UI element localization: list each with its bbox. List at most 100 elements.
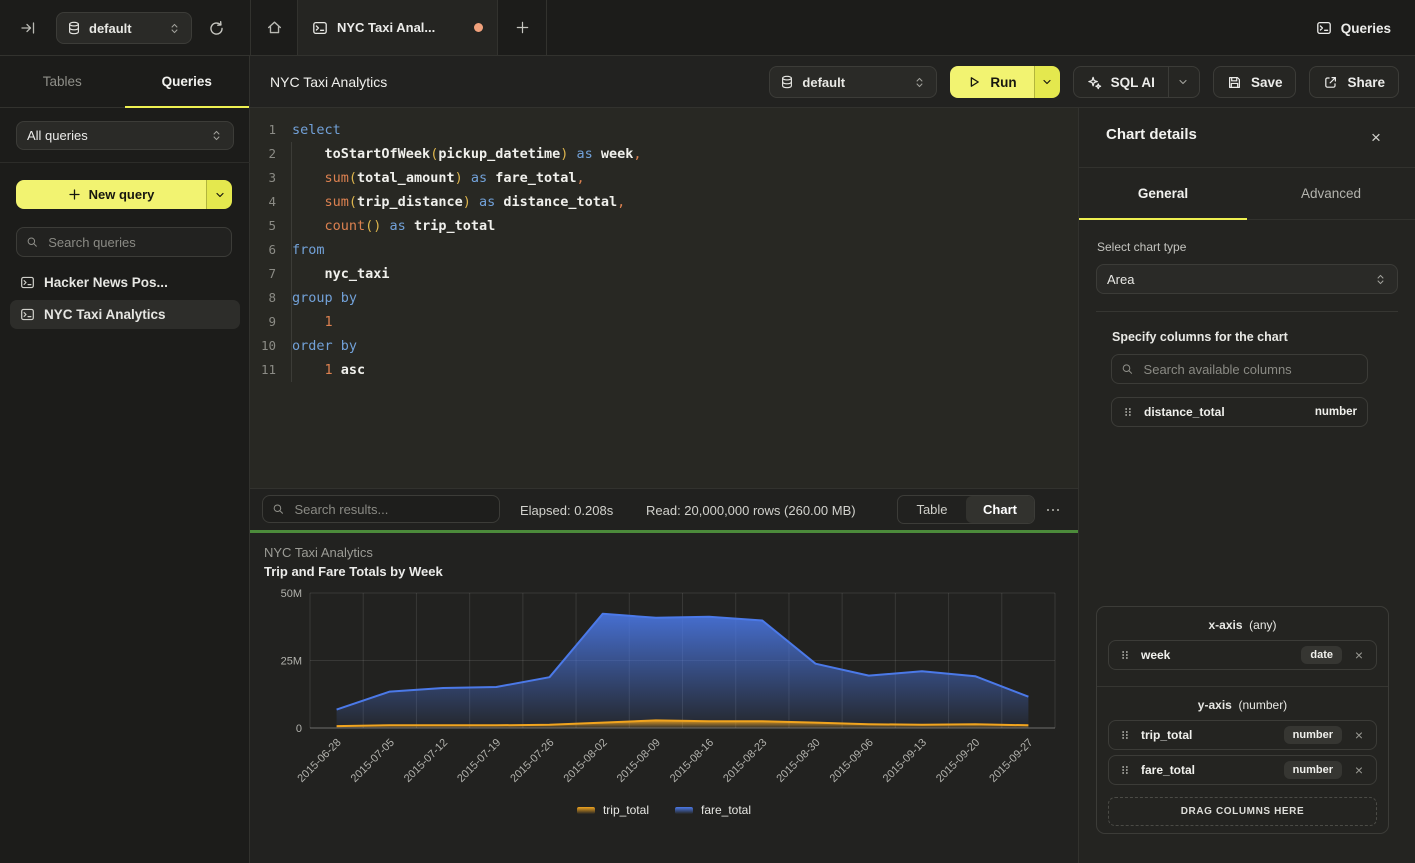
code-line[interactable]: 4 sum(trip_distance) as distance_total, (250, 190, 1078, 214)
code-line[interactable]: 3 sum(total_amount) as fare_total, (250, 166, 1078, 190)
code-text: toStartOfWeek(pickup_datetime) as week, (276, 142, 642, 166)
collapse-sidebar-icon (20, 20, 36, 36)
remove-column-icon[interactable]: × (1352, 762, 1366, 778)
home-tab-button[interactable] (251, 0, 297, 55)
axis-config-box: x-axis (any) weekdate× y-axis (number) t… (1096, 606, 1389, 834)
column-chip[interactable]: fare_totalnumber× (1108, 755, 1377, 785)
code-line[interactable]: 2 toStartOfWeek(pickup_datetime) as week… (250, 142, 1078, 166)
query-list-item[interactable]: Hacker News Pos... (10, 268, 240, 297)
legend-label: trip_total (603, 803, 649, 817)
svg-text:2015-07-05: 2015-07-05 (349, 737, 397, 785)
drop-zone[interactable]: DRAG COLUMNS HERE (1108, 797, 1377, 826)
remove-column-icon[interactable]: × (1352, 647, 1366, 663)
code-line[interactable]: 7 nyc_taxi (250, 262, 1078, 286)
tab-general[interactable]: General (1079, 168, 1247, 219)
svg-text:2015-07-26: 2015-07-26 (508, 737, 556, 785)
select-updown-icon (168, 22, 181, 35)
chart-type-select[interactable]: Area (1096, 264, 1398, 294)
code-line[interactable]: 1select (250, 118, 1078, 142)
database-icon (780, 75, 794, 89)
chevron-down-icon (1177, 76, 1189, 88)
read-stats-text: Read: 20,000,000 rows (260.00 MB) (646, 489, 856, 531)
query-list-item[interactable]: NYC Taxi Analytics (10, 300, 240, 329)
svg-text:2015-09-13: 2015-09-13 (881, 737, 929, 785)
collapse-sidebar-button[interactable] (14, 14, 42, 42)
query-terminal-icon (20, 307, 35, 322)
tab-advanced[interactable]: Advanced (1247, 168, 1415, 219)
tab-title: NYC Taxi Anal... (337, 20, 465, 35)
database-selector[interactable]: default (56, 12, 192, 44)
svg-text:0: 0 (296, 723, 302, 735)
sql-editor[interactable]: 1select2 toStartOfWeek(pickup_datetime) … (250, 108, 1078, 488)
type-badge: number (1284, 726, 1342, 744)
search-queries-input[interactable] (46, 234, 222, 251)
share-icon (1323, 75, 1338, 90)
code-line[interactable]: 8group by (250, 286, 1078, 310)
svg-text:2015-06-28: 2015-06-28 (295, 737, 343, 785)
query-tab[interactable]: NYC Taxi Anal... (297, 0, 498, 55)
new-query-button[interactable]: New query (16, 180, 232, 209)
share-button[interactable]: Share (1309, 66, 1399, 98)
editor-column: 1select2 toStartOfWeek(pickup_datetime) … (250, 108, 1078, 863)
queries-nav-button[interactable]: Queries (1316, 14, 1391, 42)
drag-handle-icon (1122, 406, 1134, 418)
more-options-button[interactable] (1042, 500, 1064, 520)
indent-guide (291, 142, 292, 382)
new-tab-button[interactable] (498, 0, 547, 55)
query-list-item-label: NYC Taxi Analytics (44, 307, 166, 322)
line-number: 1 (250, 118, 276, 142)
column-chip[interactable]: weekdate× (1108, 640, 1377, 670)
tab-strip: NYC Taxi Anal... (250, 0, 547, 55)
column-chip[interactable]: distance_totalnumber (1111, 397, 1368, 427)
panel-tabs: General Advanced (1079, 167, 1415, 220)
code-text: select (276, 118, 341, 142)
view-toggle-table[interactable]: Table (898, 496, 966, 523)
sql-ai-dropdown[interactable] (1168, 67, 1192, 97)
tab-queries[interactable]: Queries (125, 56, 250, 107)
play-icon (967, 75, 981, 89)
database-icon (67, 21, 81, 35)
search-columns-box (1111, 354, 1368, 384)
search-results-input[interactable] (292, 501, 490, 518)
legend-item[interactable]: trip_total (577, 803, 649, 817)
chevron-down-icon (214, 189, 226, 201)
sql-ai-button[interactable]: SQL AI (1073, 66, 1200, 98)
chart-details-panel: Chart details × General Advanced Select … (1078, 108, 1415, 863)
code-line[interactable]: 9 1 (250, 310, 1078, 334)
search-columns-input[interactable] (1142, 361, 1358, 378)
line-number: 6 (250, 238, 276, 262)
code-text: 1 (276, 310, 333, 334)
refresh-icon (208, 20, 225, 37)
view-toggle-chart[interactable]: Chart (966, 496, 1034, 523)
toolbar-database-selector[interactable]: default (769, 66, 937, 98)
tab-tables[interactable]: Tables (0, 56, 125, 107)
refresh-button[interactable] (204, 16, 228, 40)
code-text: count() as trip_total (276, 214, 495, 238)
query-list-item-label: Hacker News Pos... (44, 275, 168, 290)
search-icon (1121, 362, 1134, 376)
code-line[interactable]: 11 1 asc (250, 358, 1078, 382)
run-button[interactable]: Run (950, 66, 1033, 98)
save-button[interactable]: Save (1213, 66, 1297, 98)
type-badge: date (1301, 646, 1342, 664)
database-name: default (89, 21, 132, 36)
queries-filter-select[interactable]: All queries (16, 121, 234, 150)
line-number: 11 (250, 358, 276, 382)
column-chip[interactable]: trip_totalnumber× (1108, 720, 1377, 750)
new-query-main[interactable]: New query (16, 180, 206, 209)
code-line[interactable]: 5 count() as trip_total (250, 214, 1078, 238)
remove-column-icon[interactable]: × (1352, 727, 1366, 743)
svg-text:2015-07-19: 2015-07-19 (455, 737, 503, 785)
unsaved-changes-dot (474, 23, 483, 32)
code-text: from (276, 238, 325, 262)
query-terminal-icon (312, 20, 328, 36)
run-dropdown[interactable] (1034, 66, 1060, 98)
code-line[interactable]: 6from (250, 238, 1078, 262)
legend-label: fare_total (701, 803, 751, 817)
code-line[interactable]: 10order by (250, 334, 1078, 358)
panel-title: Chart details (1106, 126, 1197, 143)
query-header: NYC Taxi Analytics default Run SQL AI (250, 56, 1415, 108)
legend-item[interactable]: fare_total (675, 803, 751, 817)
close-panel-button[interactable]: × (1365, 127, 1387, 149)
new-query-dropdown[interactable] (206, 180, 232, 209)
